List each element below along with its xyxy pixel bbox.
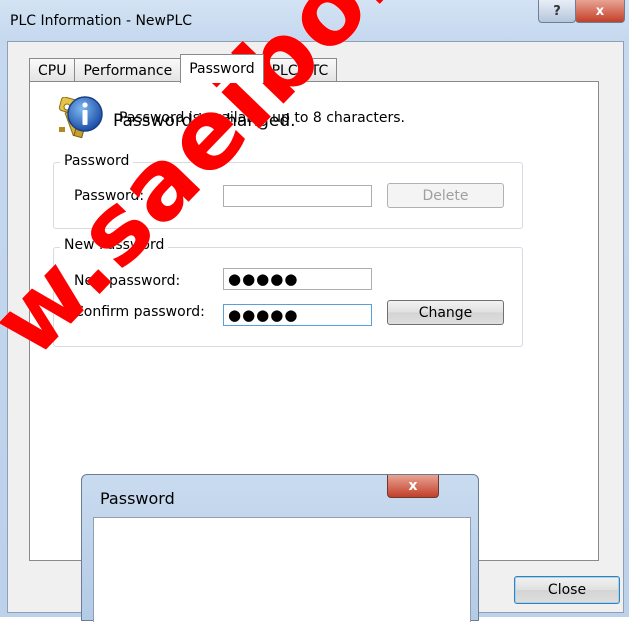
- window-title: PLC Information - NewPLC: [10, 13, 193, 29]
- tab-password[interactable]: Password: [180, 54, 264, 83]
- message-box-text: Password is changed.: [113, 111, 296, 131]
- password-input[interactable]: [223, 185, 372, 207]
- tab-plc-rtc[interactable]: PLC RTC: [262, 58, 338, 83]
- tab-performance[interactable]: Performance: [74, 58, 182, 83]
- tab-strip: CPU Performance Password PLC RTC: [29, 54, 338, 83]
- window-close-button[interactable]: x: [575, 0, 625, 23]
- confirm-password-input[interactable]: ●●●●●: [223, 304, 372, 326]
- confirm-password-label: Confirm password:: [74, 304, 205, 320]
- info-icon: [67, 96, 103, 132]
- new-password-label: New password:: [74, 273, 181, 289]
- password-message-box: Password x: [81, 474, 479, 622]
- password-label: Password:: [74, 188, 145, 204]
- message-box-close-button[interactable]: x: [387, 475, 439, 498]
- change-button[interactable]: Change: [387, 300, 504, 325]
- password-group-title: Password: [60, 153, 134, 169]
- new-password-input[interactable]: ●●●●●: [223, 268, 372, 290]
- tab-cpu[interactable]: CPU: [29, 58, 76, 83]
- delete-button[interactable]: Delete: [387, 183, 504, 208]
- new-password-group: [53, 247, 523, 347]
- message-box-title: Password: [100, 489, 175, 508]
- help-button[interactable]: ?: [538, 0, 576, 23]
- close-button[interactable]: Close: [514, 576, 620, 604]
- plc-information-window: PLC Information - NewPLC ? x CPU Perform…: [0, 0, 629, 622]
- new-password-group-title: New Password: [60, 237, 169, 253]
- message-box-body: [93, 517, 471, 622]
